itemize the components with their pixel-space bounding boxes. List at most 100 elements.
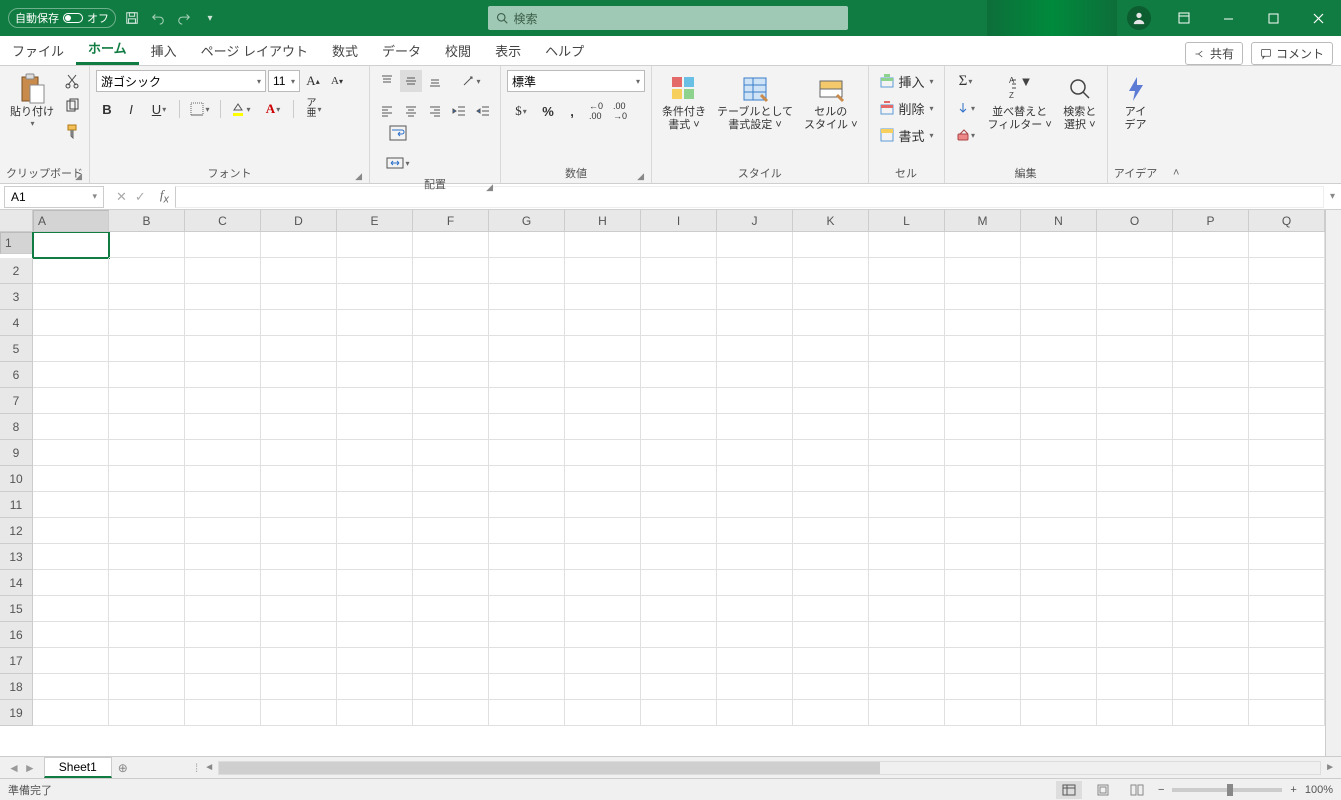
italic-button[interactable]: I (120, 98, 142, 120)
cell[interactable] (413, 700, 489, 726)
decrease-indent-icon[interactable] (448, 100, 470, 122)
fill-button[interactable]: ▾ (951, 97, 981, 119)
ribbon-display-icon[interactable] (1161, 0, 1206, 36)
cell[interactable] (185, 492, 261, 518)
cell[interactable] (1097, 414, 1173, 440)
cell[interactable] (1249, 466, 1325, 492)
close-button[interactable] (1296, 0, 1341, 36)
cell[interactable] (1249, 414, 1325, 440)
orientation-button[interactable]: ▾ (456, 70, 486, 92)
cell[interactable] (185, 596, 261, 622)
user-avatar[interactable] (1127, 6, 1151, 30)
cell[interactable] (261, 622, 337, 648)
cell[interactable] (869, 622, 945, 648)
cell[interactable] (109, 440, 185, 466)
save-icon[interactable] (122, 8, 142, 28)
cell[interactable] (945, 492, 1021, 518)
format-painter-icon[interactable] (61, 120, 83, 142)
cell[interactable] (413, 362, 489, 388)
tab-review[interactable]: 校閲 (433, 35, 483, 65)
cell[interactable] (1097, 284, 1173, 310)
cell[interactable] (337, 492, 413, 518)
cell[interactable] (1021, 466, 1097, 492)
cell[interactable] (565, 622, 641, 648)
cell[interactable] (793, 232, 869, 258)
column-header[interactable]: D (261, 210, 337, 232)
cell[interactable] (261, 674, 337, 700)
cell[interactable] (793, 440, 869, 466)
cell[interactable] (793, 258, 869, 284)
comma-button[interactable]: , (561, 100, 583, 122)
cell[interactable] (717, 674, 793, 700)
zoom-slider[interactable] (1172, 788, 1282, 792)
increase-font-icon[interactable]: A▴ (302, 70, 324, 92)
cell[interactable] (109, 414, 185, 440)
qat-customize-icon[interactable]: ▾ (200, 8, 220, 28)
cell[interactable] (1097, 648, 1173, 674)
cell[interactable] (489, 388, 565, 414)
cell[interactable] (109, 258, 185, 284)
align-left-icon[interactable] (376, 100, 398, 122)
cell[interactable] (261, 284, 337, 310)
cell[interactable] (1249, 674, 1325, 700)
cell[interactable] (337, 440, 413, 466)
cell[interactable] (1021, 518, 1097, 544)
accounting-button[interactable]: $▾ (507, 100, 535, 122)
cell[interactable] (793, 596, 869, 622)
cell[interactable] (717, 518, 793, 544)
cell[interactable] (1173, 570, 1249, 596)
cell[interactable] (1173, 596, 1249, 622)
cell[interactable] (489, 648, 565, 674)
cell[interactable] (793, 336, 869, 362)
cell[interactable] (337, 570, 413, 596)
cell[interactable] (945, 518, 1021, 544)
cell[interactable] (261, 518, 337, 544)
tab-help[interactable]: ヘルプ (533, 35, 596, 65)
cell[interactable] (413, 258, 489, 284)
zoom-out-button[interactable]: − (1158, 784, 1164, 796)
cell[interactable] (1097, 258, 1173, 284)
cell[interactable] (261, 700, 337, 726)
cell[interactable] (793, 674, 869, 700)
vertical-scrollbar[interactable] (1325, 210, 1341, 756)
cell[interactable] (869, 388, 945, 414)
cell[interactable] (945, 648, 1021, 674)
cell[interactable] (33, 596, 109, 622)
cell[interactable] (261, 258, 337, 284)
row-header[interactable]: 18 (0, 674, 33, 700)
tab-data[interactable]: データ (370, 35, 433, 65)
cell[interactable] (1249, 648, 1325, 674)
cell[interactable] (1097, 674, 1173, 700)
cell[interactable] (33, 388, 109, 414)
cell[interactable] (413, 232, 489, 258)
cell[interactable] (337, 466, 413, 492)
cell[interactable] (869, 674, 945, 700)
tab-home[interactable]: ホーム (76, 32, 139, 65)
accept-formula-icon[interactable]: ✓ (135, 189, 146, 205)
cell[interactable] (793, 544, 869, 570)
cell[interactable] (1173, 362, 1249, 388)
cell[interactable] (641, 518, 717, 544)
cell[interactable] (869, 258, 945, 284)
cell[interactable] (337, 336, 413, 362)
cell[interactable] (945, 310, 1021, 336)
cell[interactable] (261, 310, 337, 336)
cell[interactable] (869, 570, 945, 596)
cell[interactable] (185, 336, 261, 362)
borders-button[interactable]: ▾ (185, 98, 215, 120)
cell[interactable] (1021, 648, 1097, 674)
cell[interactable] (33, 232, 109, 258)
cell[interactable] (1249, 258, 1325, 284)
cell[interactable] (945, 388, 1021, 414)
format-as-table-button[interactable]: テーブルとして 書式設定 ˅ (713, 70, 797, 134)
cell[interactable] (33, 648, 109, 674)
cell[interactable] (261, 596, 337, 622)
cell[interactable] (1021, 700, 1097, 726)
name-box[interactable]: A1▾ (4, 186, 104, 208)
cell[interactable] (565, 414, 641, 440)
paste-button[interactable]: 貼り付け▾ (6, 70, 58, 131)
row-header[interactable]: 4 (0, 310, 33, 336)
cell[interactable] (641, 648, 717, 674)
cell[interactable] (1249, 336, 1325, 362)
decrease-font-icon[interactable]: A▾ (326, 70, 348, 92)
